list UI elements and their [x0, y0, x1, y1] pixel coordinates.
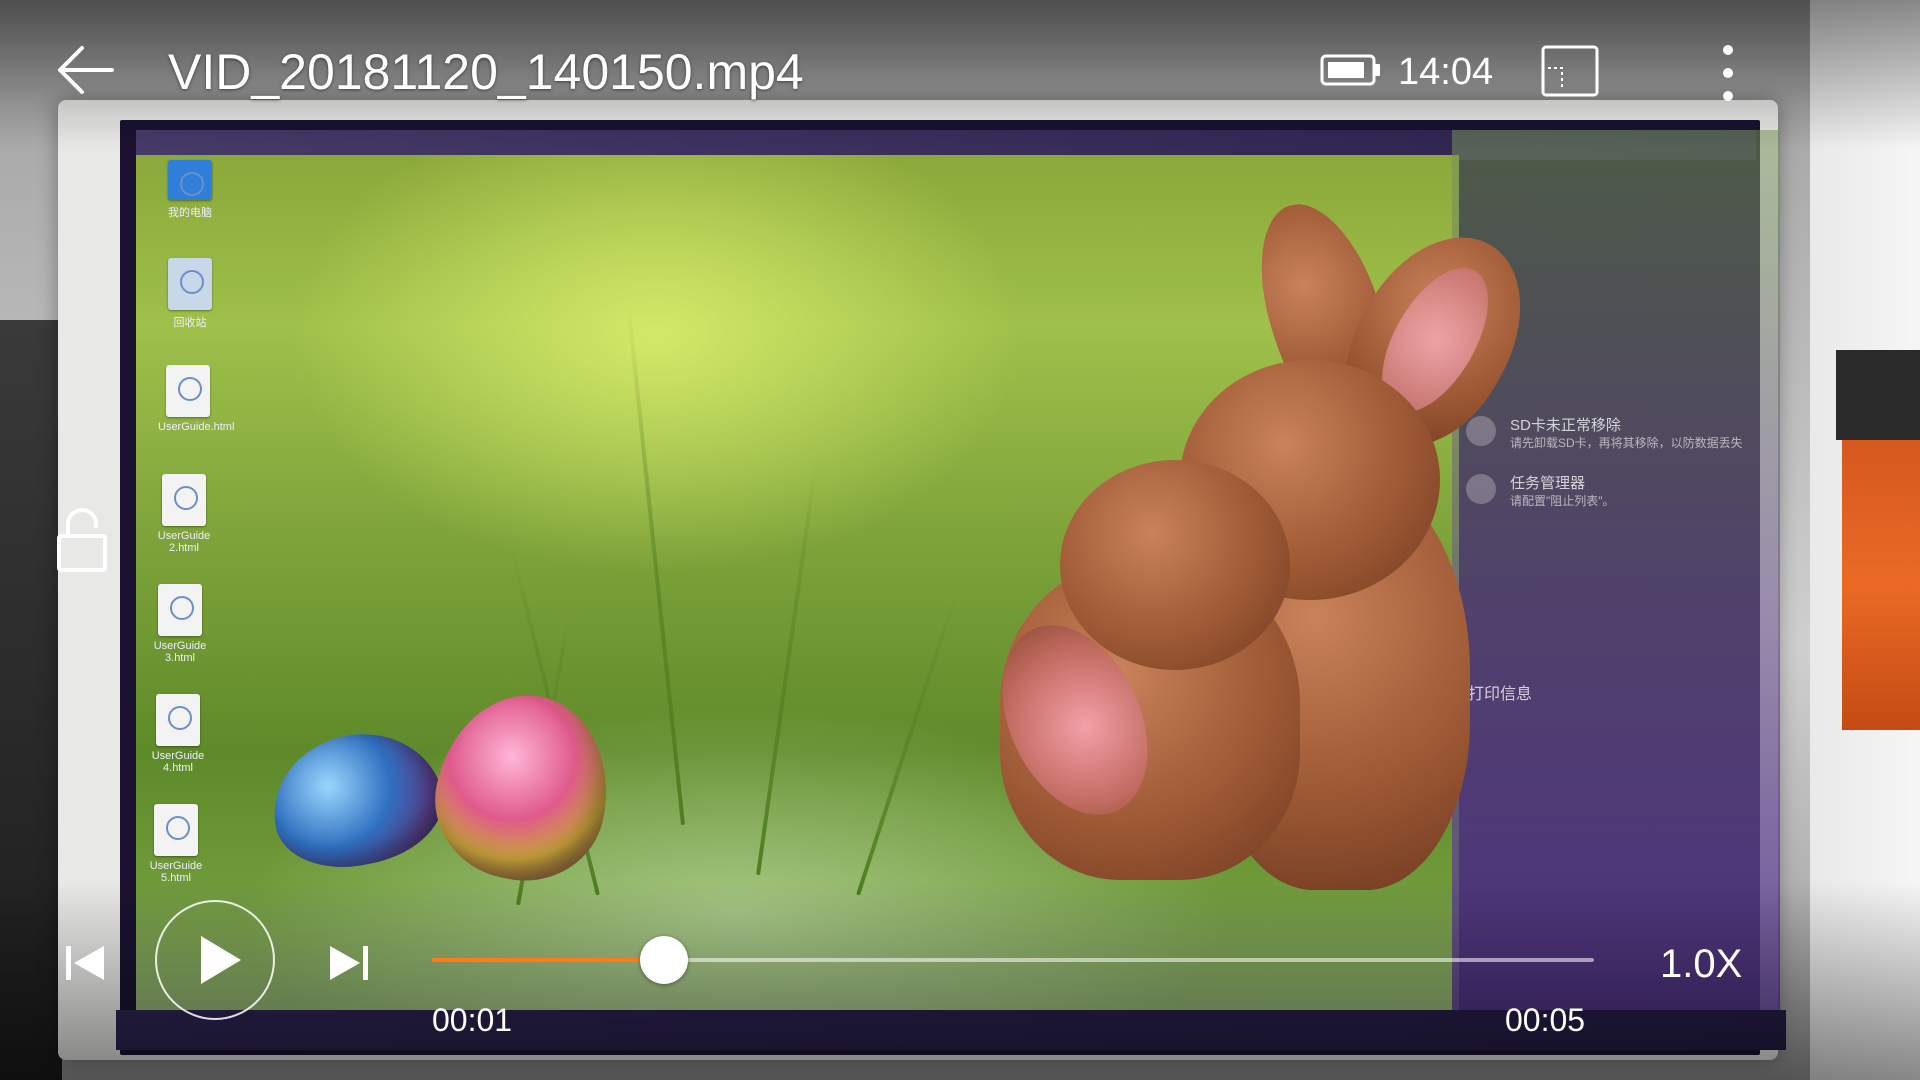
bunny [1060, 460, 1290, 670]
background-box [1836, 350, 1920, 440]
skip-previous-icon [66, 946, 104, 980]
desktop-icon-label: 我的电脑 [168, 207, 212, 219]
current-time: 00:01 [432, 1002, 513, 1038]
background-orange-box [1842, 440, 1920, 730]
previous-button[interactable] [62, 940, 108, 986]
seek-bar-progress [432, 958, 665, 962]
recorded-notification: SD卡未正常移除 请先卸载SD卡，再将其移除，以防数据丢失 [1466, 408, 1746, 460]
total-duration: 00:05 [1505, 1002, 1586, 1038]
desktop-icon-label: UserGuide 3.html [153, 640, 207, 664]
recorded-desktop-icon: 我的电脑 [160, 160, 220, 220]
recorded-notification: 任务管理器 请配置"阻止列表"。 [1466, 466, 1746, 518]
more-vertical-icon [1723, 45, 1733, 101]
video-title: VID_20181120_140150.mp4 [168, 44, 804, 100]
back-button[interactable] [52, 38, 116, 102]
back-arrow-icon [58, 46, 114, 94]
skip-next-icon [330, 946, 368, 980]
play-icon [201, 936, 241, 984]
recorded-desktop-icon: UserGuide 4.html [148, 694, 208, 774]
notification-subtitle: 请先卸载SD卡，再将其移除，以防数据丢失 [1510, 436, 1743, 450]
next-button[interactable] [326, 940, 372, 986]
notification-subtitle: 请配置"阻止列表"。 [1510, 494, 1615, 508]
grass-blade [856, 590, 959, 896]
floating-window-icon [1541, 45, 1599, 97]
unlock-icon [57, 508, 107, 572]
recorded-panel-label: 打印信息 [1468, 686, 1533, 703]
grass-blade [756, 458, 819, 876]
desktop-icon-label: UserGuide.html [158, 421, 235, 433]
notification-title: 任务管理器 [1510, 475, 1586, 492]
recorded-desktop-icon: UserGuide 2.html [154, 474, 214, 554]
recorded-desktop-icon: 回收站 [160, 258, 220, 330]
bottom-gradient [0, 880, 1920, 1080]
play-button[interactable] [155, 900, 275, 1020]
screen-lock-button[interactable] [54, 508, 112, 574]
more-options-button[interactable] [1700, 38, 1756, 108]
floating-window-button[interactable] [1540, 44, 1602, 100]
recorded-desktop-icon: UserGuide 3.html [150, 584, 210, 664]
battery-icon [1320, 52, 1382, 88]
desktop-icon-label: UserGuide 2.html [157, 530, 211, 554]
recorded-desktop-icon: UserGuide 5.html [146, 804, 206, 884]
status-time: 14:04 [1398, 51, 1494, 93]
desktop-icon-label: UserGuide 4.html [151, 750, 205, 774]
recorded-desktop-icon: UserGuide.html [158, 365, 234, 433]
grass-blade [626, 307, 685, 826]
notification-title: SD卡未正常移除 [1510, 417, 1621, 434]
desktop-icon-label: 回收站 [173, 317, 207, 329]
playback-speed-button[interactable]: 1.0X [1660, 940, 1742, 988]
seek-bar[interactable] [432, 936, 1594, 984]
